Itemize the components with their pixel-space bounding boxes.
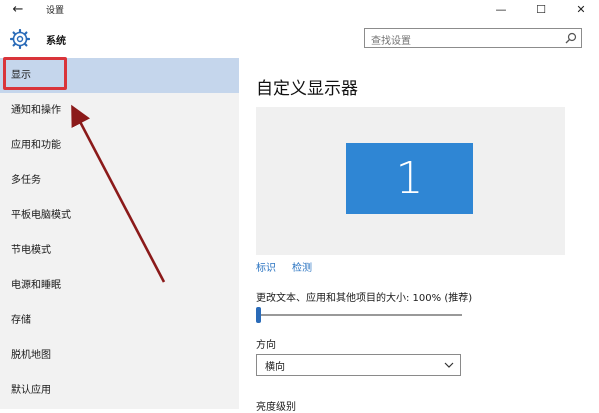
scale-slider-thumb[interactable]: [256, 307, 261, 323]
sidebar-item-power-sleep[interactable]: 电源和睡眠: [0, 268, 239, 303]
scale-slider-track[interactable]: [258, 314, 462, 316]
search-input[interactable]: [371, 33, 551, 50]
sidebar: 显示 通知和操作 应用和功能 多任务 平板电脑模式 节电模式 电源和睡眠 存储 …: [0, 58, 239, 409]
title-bar: ← 设置 — ☐ ✕: [0, 0, 599, 20]
search-icon[interactable]: [565, 32, 577, 44]
page-title: 自定义显示器: [256, 79, 358, 99]
search-box[interactable]: [364, 28, 582, 50]
brightness-label: 亮度级别: [256, 402, 296, 413]
chevron-down-icon: [444, 362, 454, 368]
header: 系统: [0, 20, 599, 58]
maximize-button[interactable]: ☐: [526, 0, 556, 20]
identify-link[interactable]: 标识: [256, 259, 276, 274]
sidebar-item-apps[interactable]: 应用和功能: [0, 128, 239, 163]
orientation-select[interactable]: 横向: [256, 354, 461, 376]
monitor-number: 1: [395, 153, 424, 204]
monitor-tile[interactable]: 1: [346, 143, 473, 214]
sidebar-item-storage[interactable]: 存储: [0, 303, 239, 338]
orientation-label: 方向: [256, 340, 276, 351]
main-panel: 自定义显示器 1 标识 检测 更改文本、应用和其他项目的大小: 100% (推荐…: [239, 58, 599, 413]
back-button[interactable]: ←: [8, 1, 28, 19]
minimize-button[interactable]: —: [486, 0, 516, 20]
close-button[interactable]: ✕: [566, 0, 596, 20]
sidebar-item-multitasking[interactable]: 多任务: [0, 163, 239, 198]
orientation-value: 横向: [265, 362, 285, 373]
annotation-highlight-box: [3, 57, 67, 90]
scale-label: 更改文本、应用和其他项目的大小: 100% (推荐): [256, 293, 473, 304]
sidebar-item-default-apps[interactable]: 默认应用: [0, 373, 239, 408]
display-preview: 1: [256, 107, 565, 255]
detect-link[interactable]: 检测: [292, 259, 312, 274]
gear-icon: [10, 29, 30, 49]
window-title: 设置: [46, 6, 65, 16]
sidebar-item-tablet-mode[interactable]: 平板电脑模式: [0, 198, 239, 233]
sidebar-item-battery-saver[interactable]: 节电模式: [0, 233, 239, 268]
page-category-title: 系统: [46, 36, 66, 47]
sidebar-item-notifications[interactable]: 通知和操作: [0, 93, 239, 128]
sidebar-item-offline-maps[interactable]: 脱机地图: [0, 338, 239, 373]
